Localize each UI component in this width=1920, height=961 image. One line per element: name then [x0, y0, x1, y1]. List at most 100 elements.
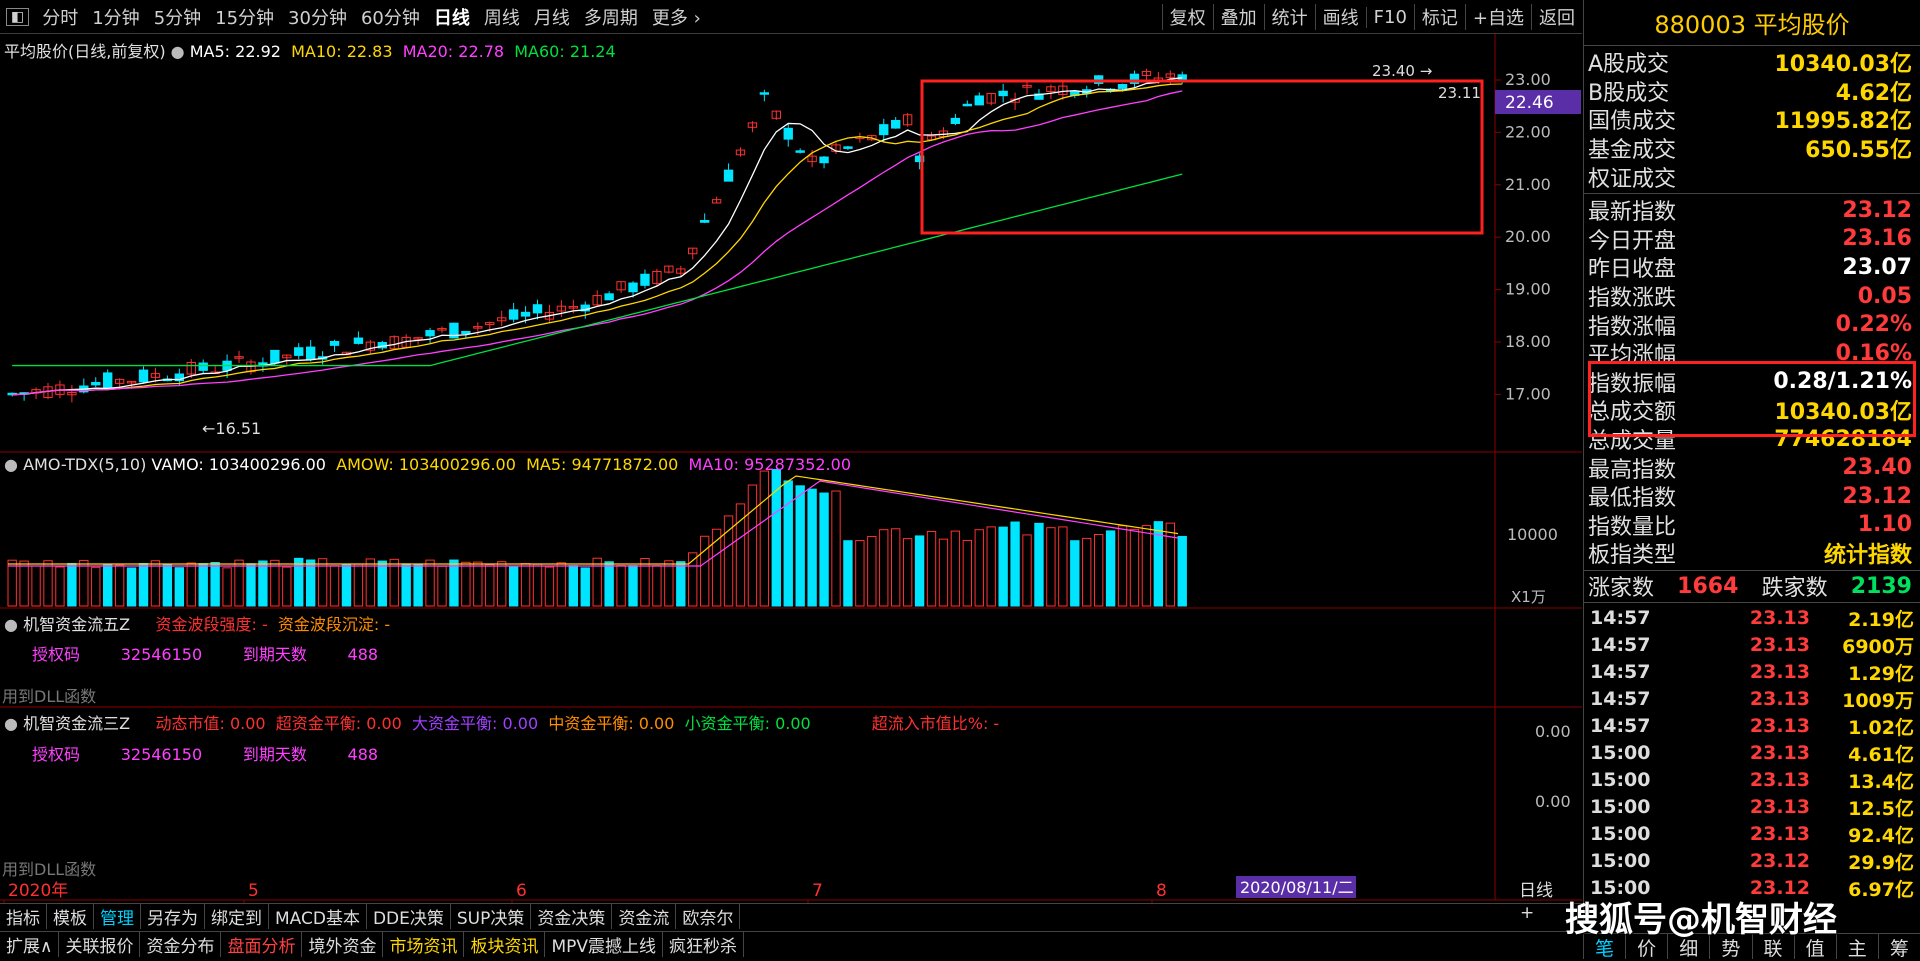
settings-icon[interactable]: ● — [4, 615, 18, 634]
bottom-tab[interactable]: 扩展∧ — [0, 932, 60, 957]
period-tab[interactable]: 5分钟 — [147, 4, 208, 30]
vol-ma5-label: MA5: 94771872.00 — [526, 455, 679, 474]
bottom-tab[interactable]: 境外资金 — [302, 932, 384, 957]
bottom-tab[interactable]: DDE决策 — [367, 904, 451, 929]
tool-button[interactable]: 复权 — [1161, 4, 1213, 30]
volume-bar — [747, 484, 758, 607]
x-tick-label: 7 — [812, 881, 823, 901]
trade-v: 4.61亿 — [1848, 743, 1914, 766]
bottom-tab[interactable]: MACD基本 — [269, 904, 367, 929]
panel-tab[interactable]: 筹 — [1879, 934, 1920, 960]
bottom-tab[interactable]: 指标 — [0, 904, 47, 929]
bottom-tab[interactable]: MPV震撼上线 — [545, 932, 664, 957]
main-legend: 平均股价(日线,前复权) ● MA5: 22.92 MA10: 22.83 MA… — [4, 38, 616, 62]
flow3-auth: 授权码 32546150 到期天数 488 — [32, 741, 378, 765]
period-tab[interactable]: 周线 — [477, 4, 527, 30]
bottom-tab[interactable]: 绑定到 — [205, 904, 269, 929]
period-tab[interactable]: 30分钟 — [281, 4, 354, 30]
bottom-tab[interactable]: 板块资讯 — [464, 932, 546, 957]
trade-t: 15:00 — [1590, 850, 1651, 873]
tool-button[interactable]: 统计 — [1263, 4, 1315, 30]
bottom-tab[interactable]: 管理 — [94, 904, 141, 929]
period-tab[interactable]: 15分钟 — [208, 4, 281, 30]
days-value: 488 — [347, 645, 379, 664]
quote-value: 23.07 — [1842, 254, 1912, 280]
volume-bar — [1046, 527, 1056, 607]
period-tab[interactable]: 多周期 — [577, 4, 645, 30]
volume-bar — [891, 528, 901, 607]
period-tab[interactable]: 60分钟 — [354, 4, 427, 30]
tool-button[interactable]: 返回 — [1531, 4, 1582, 30]
volume-bar — [592, 557, 602, 607]
bottom-tab[interactable]: 疯狂秒杀 — [663, 932, 745, 957]
volume-bar — [437, 565, 447, 607]
flow3-f3: 大资金平衡: 0.00 — [412, 714, 539, 733]
bottom-tab[interactable]: 关联报价 — [59, 932, 141, 957]
volume-bar — [1129, 528, 1140, 607]
period-label: 日线 — [1519, 881, 1553, 901]
volume-bar — [1117, 525, 1128, 607]
ma5-line — [12, 77, 1183, 396]
candle-body — [974, 95, 984, 106]
volume-bar — [867, 535, 877, 607]
volume-bar — [91, 566, 101, 607]
kline-chart[interactable]: 23.00 22.00 21.00 20.00 19.00 18.00 17.00 23.40… — [0, 34, 1582, 959]
settings-icon[interactable]: ● — [4, 714, 18, 733]
bottom-tab[interactable]: 欧奈尔 — [676, 904, 741, 929]
auth-label: 授权码 — [32, 745, 81, 764]
candle-body — [604, 293, 614, 301]
bottom-tab[interactable]: 市场资讯 — [383, 932, 465, 957]
candle-body — [91, 381, 101, 386]
settings-icon[interactable]: ● — [4, 455, 18, 474]
days-value: 488 — [347, 745, 379, 764]
candle-body — [461, 330, 471, 335]
tool-button[interactable]: +自选 — [1464, 4, 1531, 30]
period-tab[interactable]: 月线 — [527, 4, 577, 30]
add-icon[interactable]: + — [1520, 903, 1534, 923]
tool-button[interactable]: 画线 — [1314, 4, 1366, 30]
bottom-tab[interactable]: 资金分布 — [140, 932, 222, 957]
volume-bar — [1070, 540, 1080, 607]
volume-bar — [246, 563, 256, 607]
panel-tab[interactable]: 主 — [1837, 934, 1879, 960]
volume-bar — [103, 563, 113, 607]
bottom-tab[interactable]: 模板 — [47, 904, 94, 929]
trade-t: 14:57 — [1590, 715, 1651, 738]
volume-bar — [138, 562, 149, 607]
period-tab[interactable]: 分时 — [35, 4, 85, 30]
quote-row: 国债成交 11995.82亿 — [1584, 105, 1920, 134]
flow3-f4: 中资金平衡: 0.00 — [548, 714, 675, 733]
auth-code: 32546150 — [120, 745, 203, 764]
tool-button[interactable]: 标记 — [1413, 4, 1465, 30]
x-tick-label: 6 — [516, 881, 527, 901]
menu-toggle-icon[interactable]: ◧ — [6, 7, 30, 26]
trade-p: 23.13 — [1749, 742, 1810, 765]
volume-bar — [473, 561, 483, 607]
bottom-tab[interactable]: 资金流 — [612, 904, 677, 929]
volume-bar — [329, 565, 340, 607]
tool-button[interactable]: F10 — [1365, 6, 1414, 28]
volume-bar — [676, 561, 686, 607]
volume-bar — [556, 562, 567, 607]
volume-bar — [652, 565, 662, 607]
volume-bar — [664, 560, 674, 607]
indicator-tabs: 指标 模板 管理 另存为 绑定到 MACD基本 DDE决策 SUP决策 资金决策 资金流 欧奈尔 — [0, 903, 1582, 929]
period-tab[interactable]: 日线 — [427, 4, 477, 30]
bottom-tab[interactable]: SUP决策 — [451, 904, 532, 929]
trade-v: 1.29亿 — [1848, 662, 1914, 685]
bottom-tab[interactable]: 另存为 — [141, 904, 205, 929]
bottom-tab[interactable]: 资金决策 — [531, 904, 613, 929]
y-tick-label: 19.00 — [1505, 280, 1551, 299]
tool-button[interactable]: 叠加 — [1212, 4, 1264, 30]
bottom-tab[interactable]: 盘面分析 — [221, 932, 303, 957]
quote-label: 权证成交 — [1588, 166, 1677, 192]
quote-label: 基金成交 — [1588, 138, 1677, 164]
period-tab[interactable]: 1分钟 — [85, 4, 146, 30]
current-label: 23.11 — [1438, 84, 1481, 102]
settings-icon[interactable]: ● — [171, 42, 185, 61]
volume-bar — [305, 559, 316, 607]
period-tab[interactable]: 更多 › — [645, 4, 708, 30]
flow3-y-tick: 0.00 — [1535, 792, 1571, 811]
volume-bar — [19, 560, 29, 607]
volume-bar — [879, 529, 889, 607]
